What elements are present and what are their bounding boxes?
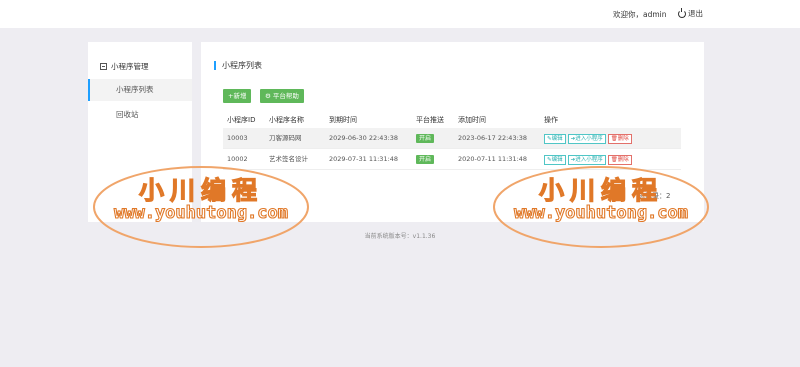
enter-label: 进入小程序 [575,157,603,163]
cell-name: 刀客源码网 [269,134,302,142]
sidebar-item-miniprogram-list[interactable]: 小程序列表 [88,79,192,101]
cell-added: 2023-06-17 22:43:38 [458,134,528,142]
power-icon [678,8,686,18]
watermark-cn: 小川编程 [538,175,663,205]
logout-label: 退出 [688,9,703,18]
push-toggle[interactable]: 开启 [416,134,435,143]
add-button[interactable]: +新增 [223,89,252,103]
col-added: 添加时间 [458,116,486,124]
watermark-left: 小川编程 www.youhutong.com [92,165,310,249]
enter-miniprogram-button[interactable]: ➔进入小程序 [567,155,606,165]
enter-miniprogram-button[interactable]: ➔进入小程序 [567,134,606,144]
edit-button[interactable]: ✎编辑 [544,134,566,144]
data-table: 小程序ID 小程序名称 到期时间 平台推送 添加时间 操作 10003 刀客源码… [223,112,681,170]
enter-label: 进入小程序 [575,136,603,142]
cell-id: 10003 [227,134,248,142]
cell-expire: 2029-07-31 11:31:48 [329,155,399,163]
table-header: 小程序ID 小程序名称 到期时间 平台推送 添加时间 操作 [223,112,681,128]
platform-help-button[interactable]: ⚙ 平台帮助 [260,89,304,103]
sidebar-item-recycle-bin[interactable]: 回收站 [88,104,192,126]
cell-expire: 2029-06-30 22:43:38 [329,134,399,142]
sidebar-section-label: 小程序管理 [111,62,149,71]
wrench-icon: ⚙ [265,92,271,100]
top-bar: 欢迎你，admin 退出 [0,0,800,28]
delete-button[interactable]: 🗑删除 [607,134,632,144]
watermark-en: www.youhutong.com [113,202,288,223]
sidebar-section-miniprogram[interactable]: 小程序管理 [100,61,149,72]
watermark-en: www.youhutong.com [513,202,688,223]
watermark-cn: 小川编程 [138,175,263,205]
watermark-right: 小川编程 www.youhutong.com [492,165,710,249]
edit-label: 编辑 [551,136,563,142]
delete-label: 删除 [617,157,629,163]
col-expire: 到期时间 [329,116,357,124]
logout-button[interactable]: 退出 [678,8,703,19]
col-id: 小程序ID [227,116,256,124]
platform-help-label: 平台帮助 [272,92,299,100]
push-toggle[interactable]: 开启 [416,155,435,164]
col-actions: 操作 [544,116,558,124]
table-row: 10003 刀客源码网 2029-06-30 22:43:38 开启 2023-… [223,128,681,149]
page-title: 小程序列表 [214,61,262,70]
edit-button[interactable]: ✎编辑 [544,155,566,165]
delete-label: 删除 [617,136,629,142]
col-name: 小程序名称 [269,116,304,124]
col-push: 平台推送 [416,116,444,124]
welcome-text: 欢迎你，admin [613,10,667,19]
edit-label: 编辑 [551,157,563,163]
collapse-icon [100,63,107,70]
delete-button[interactable]: 🗑删除 [607,155,632,165]
